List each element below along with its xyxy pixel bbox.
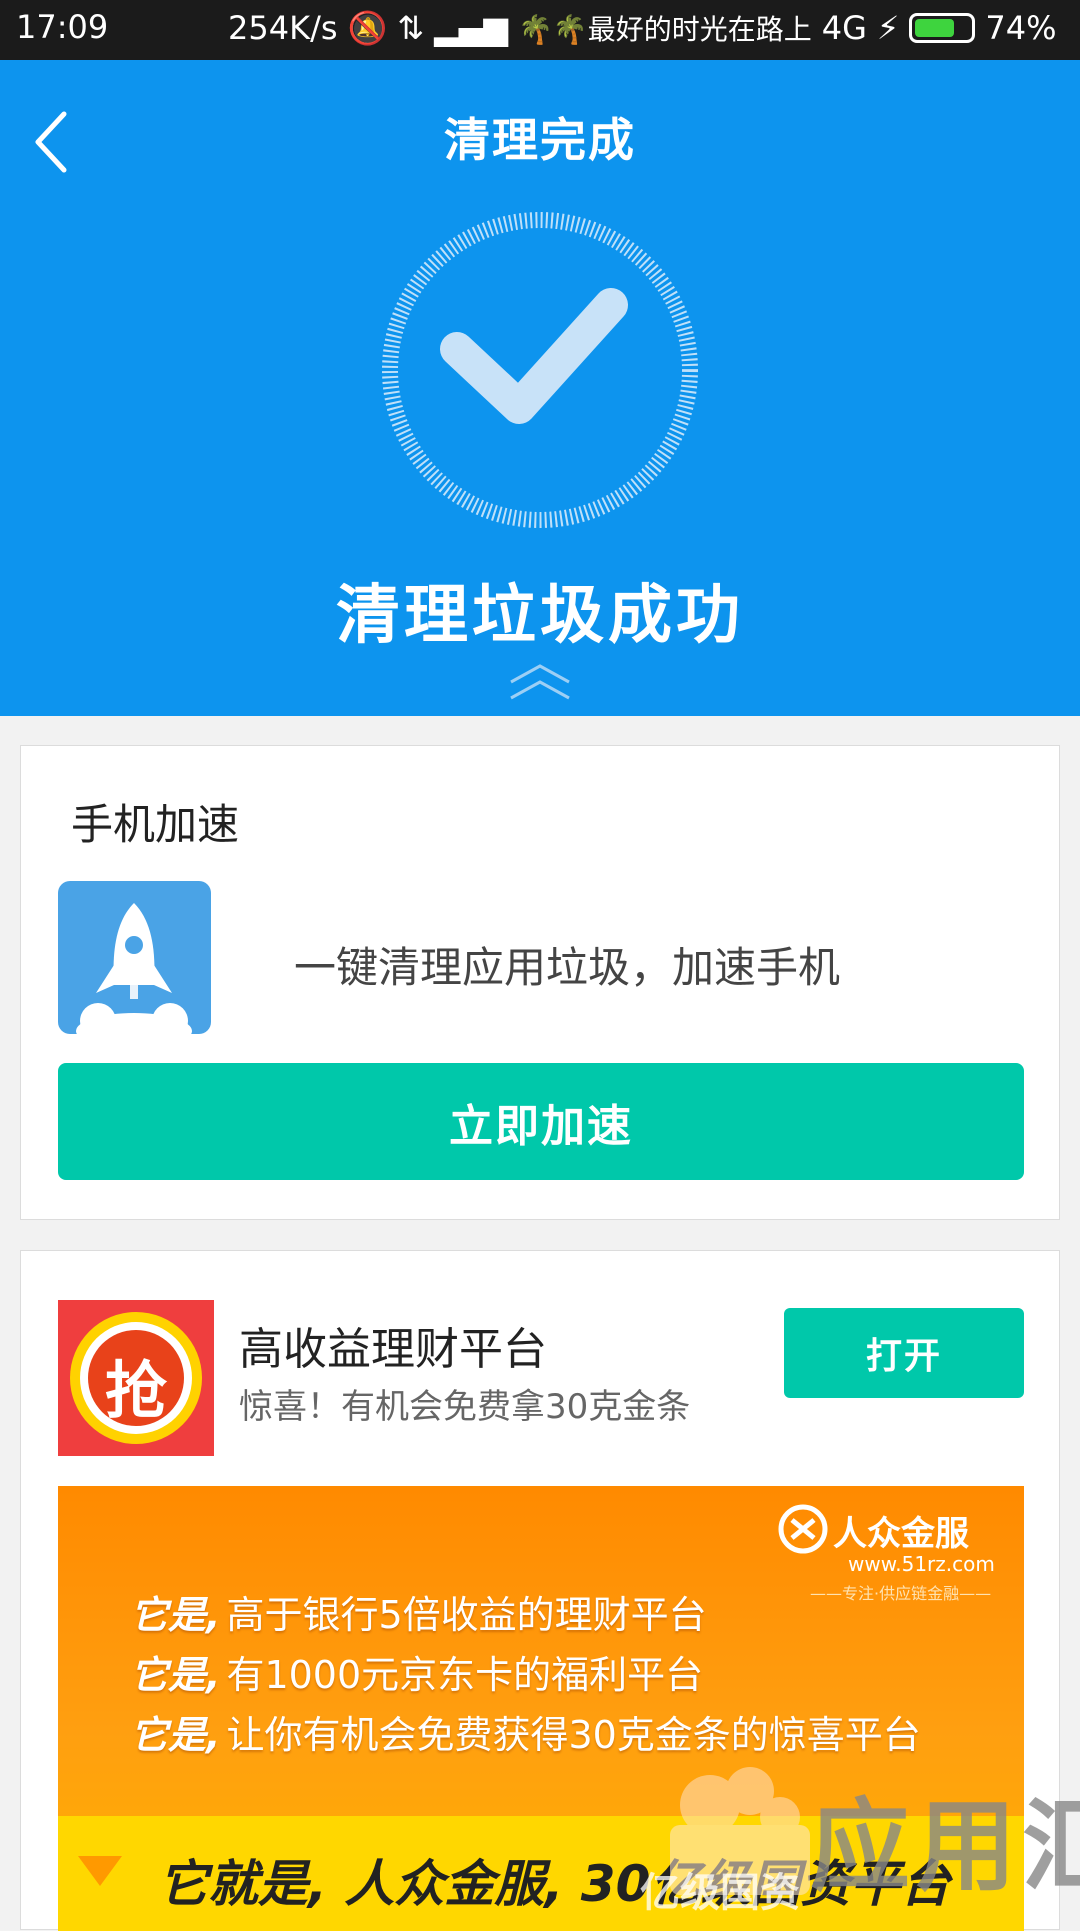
- banner-line-1: 它是, 高于银行5倍收益的理财平台: [130, 1584, 707, 1639]
- ad-logo-text: 抢: [104, 1354, 167, 1427]
- speed-description: 一键清理应用垃圾，加速手机: [294, 943, 841, 992]
- banner-line-prefix: 它是,: [130, 1653, 221, 1697]
- open-button[interactable]: 打开: [784, 1308, 1024, 1398]
- status-indicators: 254K/s 🔕 ⇅ ▂▄▆ 🌴🌴最好的时光在路上 4G ⚡ 74%: [228, 8, 1066, 48]
- speed-up-card: 手机加速 一键清理应用垃圾，加速手机 立即加速: [20, 745, 1060, 1220]
- page-title: 清理完成: [444, 113, 636, 167]
- ad-app-logo[interactable]: 抢: [58, 1300, 214, 1456]
- banner-arrow-icon: [78, 1856, 122, 1886]
- banner-line-prefix: 它是,: [130, 1593, 221, 1637]
- battery-fill: [915, 19, 954, 37]
- banner-slogan: ——专注·供应链金融——: [810, 1584, 992, 1603]
- ad-subtitle: 惊喜！有机会免费拿30克金条: [239, 1387, 691, 1427]
- ad-title: 高收益理财平台: [239, 1324, 547, 1375]
- banner-url: www.51rz.com: [848, 1552, 995, 1576]
- watermark-text: 应用汇: [810, 1788, 1080, 1905]
- data-transfer-icon: ⇅: [397, 9, 425, 47]
- card-heading: 手机加速: [71, 800, 240, 849]
- signal-icon: ▂▄▆: [434, 9, 508, 47]
- rocket-icon: [58, 881, 211, 1034]
- check-circle-icon: [382, 212, 698, 528]
- banner-brand: 人众金服: [833, 1514, 969, 1554]
- status-time: 17:09: [16, 8, 109, 46]
- brand-logo-icon: [778, 1504, 828, 1554]
- carrier-name: 🌴🌴最好的时光在路上: [518, 13, 812, 46]
- banner-line-text: 有1000元京东卡的福利平台: [226, 1653, 704, 1697]
- battery-icon: [909, 13, 976, 43]
- banner-line-text: 高于银行5倍收益的理财平台: [226, 1593, 707, 1637]
- banner-line-prefix: 它是,: [130, 1713, 221, 1757]
- result-header: 清理完成 清理垃圾成功: [0, 60, 1080, 716]
- charging-icon: ⚡: [876, 9, 900, 47]
- network-speed: 254K/s: [228, 9, 338, 47]
- battery-percent: 74%: [985, 9, 1057, 47]
- speed-up-button[interactable]: 立即加速: [58, 1063, 1024, 1180]
- network-type: 4G: [821, 9, 867, 47]
- mute-icon: 🔕: [347, 9, 388, 47]
- watermark-subtext: 亿级国资: [640, 1870, 800, 1916]
- banner-line-2: 它是, 有1000元京东卡的福利平台: [130, 1644, 703, 1699]
- status-bar: 17:09 254K/s 🔕 ⇅ ▂▄▆ 🌴🌴最好的时光在路上 4G ⚡ 74%: [0, 0, 1080, 60]
- result-title: 清理垃圾成功: [336, 579, 744, 653]
- double-chevron-up-icon[interactable]: [507, 660, 573, 704]
